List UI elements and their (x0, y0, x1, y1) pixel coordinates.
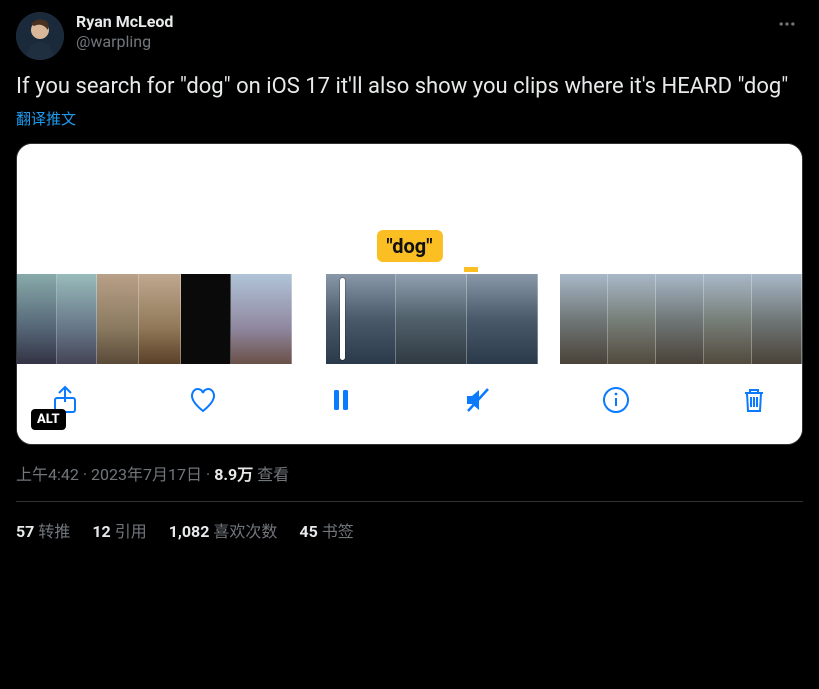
clip-gap (538, 274, 560, 364)
media-toolbar (17, 364, 802, 444)
media-whitespace: "dog" (17, 144, 802, 274)
clip-gap (292, 274, 326, 364)
bookmarks-stat[interactable]: 45书签 (299, 518, 353, 542)
likes-stat[interactable]: 1,082喜欢次数 (169, 518, 278, 542)
playhead-marker (464, 267, 478, 272)
user-handle[interactable]: @warpling (76, 32, 759, 52)
tweet-container: Ryan McLeod @warpling If you search for … (0, 0, 819, 554)
alt-badge[interactable]: ALT (31, 409, 66, 430)
translate-link[interactable]: 翻译推文 (16, 108, 76, 129)
more-icon[interactable] (771, 12, 803, 40)
search-term-label: "dog" (376, 230, 442, 262)
display-name[interactable]: Ryan McLeod (76, 12, 759, 32)
info-icon[interactable] (598, 382, 634, 418)
video-timeline[interactable] (17, 274, 802, 364)
views-label: 查看 (257, 465, 289, 484)
retweets-stat[interactable]: 57转推 (16, 518, 70, 542)
heart-icon[interactable] (185, 382, 221, 418)
pause-icon[interactable] (323, 382, 359, 418)
views-count[interactable]: 8.9万 (214, 465, 253, 484)
tweet-header: Ryan McLeod @warpling (16, 12, 803, 60)
tweet-time[interactable]: 上午4:42 (16, 465, 79, 484)
clip-group-3 (560, 274, 802, 364)
trash-icon[interactable] (736, 382, 772, 418)
tweet-stats: 57转推 12引用 1,082喜欢次数 45书签 (16, 502, 803, 542)
user-block: Ryan McLeod @warpling (76, 12, 759, 52)
clip-group-1 (17, 274, 292, 364)
mute-icon[interactable] (460, 382, 496, 418)
quotes-stat[interactable]: 12引用 (92, 518, 146, 542)
clip-group-2 (326, 274, 538, 364)
tweet-text: If you search for "dog" on iOS 17 it'll … (16, 72, 803, 102)
playhead[interactable] (340, 278, 345, 360)
media-card[interactable]: "dog" (16, 143, 803, 445)
tweet-meta: 上午4:42·2023年7月17日·8.9万 查看 (16, 461, 803, 502)
avatar[interactable] (16, 12, 64, 60)
tweet-date[interactable]: 2023年7月17日 (91, 465, 202, 484)
